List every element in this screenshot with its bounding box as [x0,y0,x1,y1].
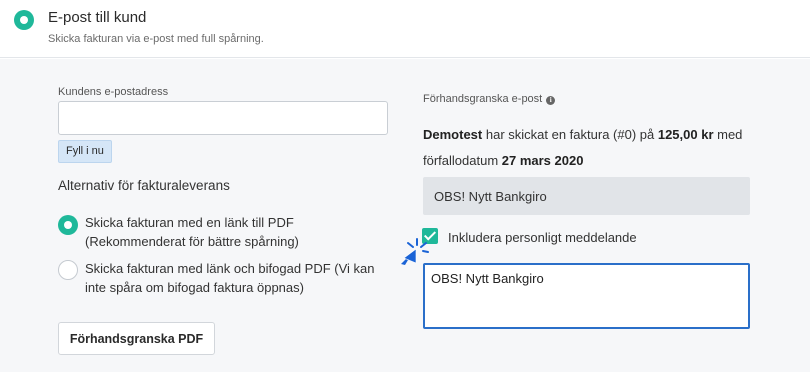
include-message-label[interactable]: Inkludera personligt meddelande [448,230,637,245]
option-link-pdf-label[interactable]: Skicka fakturan med en länk till PDF (Re… [85,213,385,251]
email-preview-label-text: Förhandsgranska e-post [423,93,543,105]
delivery-method-title: E-post till kund [48,9,147,26]
delivery-method-header[interactable]: E-post till kund Skicka fakturan via e-p… [0,0,810,58]
fill-now-button[interactable]: Fyll i nu [58,140,112,163]
mouse-pointer-icon [401,238,429,265]
personal-message-preview: OBS! Nytt Bankgiro [423,177,750,215]
sender-name: Demotest [423,127,483,142]
preview-pdf-button[interactable]: Förhandsgranska PDF [58,322,215,355]
delivery-options-heading: Alternativ för fakturaleverans [58,178,230,193]
personal-message-input[interactable] [423,263,750,329]
email-method-radio[interactable] [14,10,34,30]
email-preview-text: Demotest har skickat en faktura (#0) på … [423,122,763,174]
due-date: 27 mars 2020 [501,153,584,168]
invoice-amount: 125,00 kr [657,127,714,142]
option-attached-pdf-label[interactable]: Skicka fakturan med länk och bifogad PDF… [85,259,385,297]
preview-text-part-1: har skickat en faktura (#0) på [482,127,658,142]
email-preview-label: Förhandsgranska e-post i [423,93,556,105]
option-attached-pdf-radio[interactable] [58,260,78,280]
info-icon[interactable]: i [546,96,556,105]
option-link-pdf-radio[interactable] [58,215,78,235]
email-label: Kundens e-postadress [58,86,169,98]
email-input[interactable] [58,101,388,135]
delivery-method-subtitle: Skicka fakturan via e-post med full spår… [48,33,264,45]
